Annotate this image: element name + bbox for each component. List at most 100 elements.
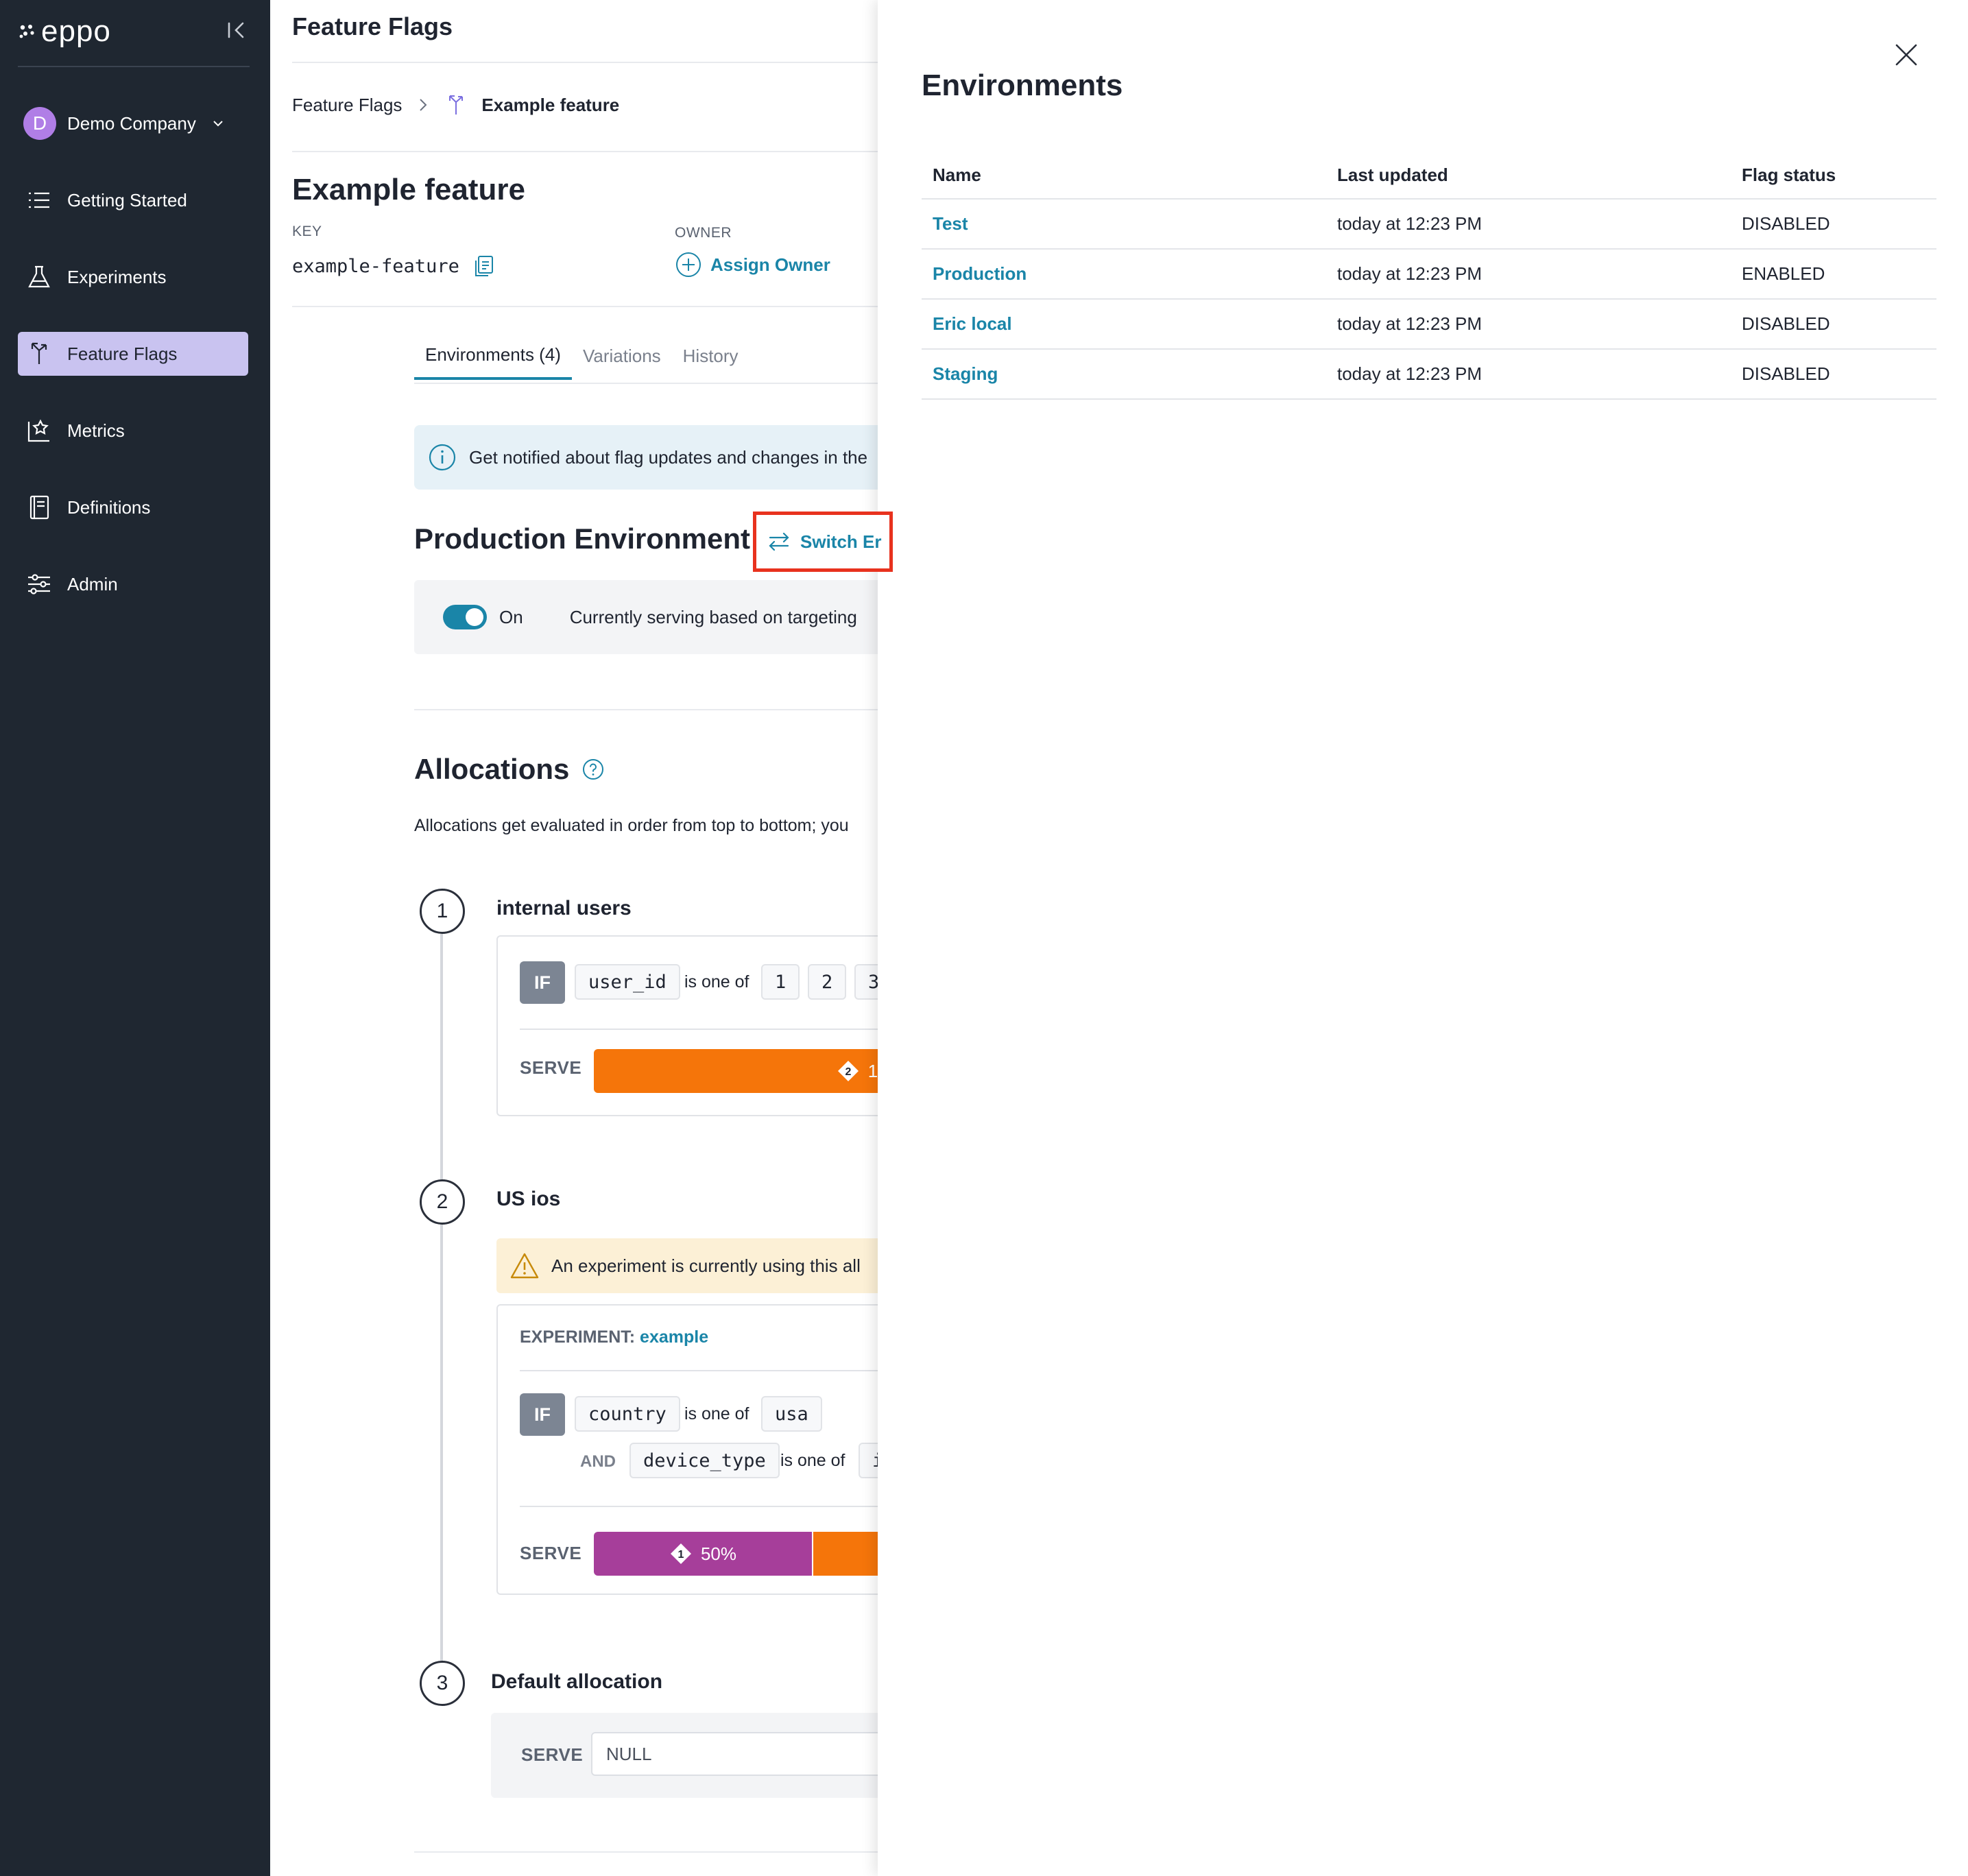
- eppo-logo[interactable]: eppo: [18, 14, 111, 49]
- switch-environment-label: Switch Er: [800, 531, 882, 552]
- close-icon[interactable]: [1891, 40, 1921, 70]
- metrics-star-icon: [27, 419, 49, 442]
- tab-variations[interactable]: Variations: [572, 332, 672, 380]
- allocation-number: 2: [420, 1179, 465, 1225]
- company-switcher[interactable]: D Demo Company: [23, 106, 225, 141]
- meta-divider: [292, 306, 878, 307]
- assign-owner-label: Assign Owner: [710, 254, 830, 275]
- table-row: Staging today at 12:23 PM DISABLED: [922, 349, 1936, 400]
- value-chip: 1: [761, 964, 800, 1000]
- value-chip: usa: [761, 1396, 822, 1432]
- sidebar-item-label: Getting Started: [67, 189, 187, 211]
- page-title: Feature Flags: [292, 12, 453, 40]
- environment-title: Production Environment: [414, 522, 751, 555]
- feature-key-value: example-feature: [292, 255, 459, 277]
- sidebar-item-metrics[interactable]: Metrics: [18, 409, 248, 453]
- chevron-down-icon: [213, 121, 223, 127]
- serve-label: SERVE: [520, 1543, 582, 1563]
- tab-environments[interactable]: Environments (4): [414, 332, 572, 380]
- if-badge: IF: [520, 1393, 565, 1436]
- variation-number: 2: [845, 1066, 851, 1078]
- flag-status-cell: DISABLED: [1731, 349, 1936, 400]
- help-icon[interactable]: [581, 758, 605, 781]
- and-label: AND: [580, 1452, 616, 1471]
- chevron-right-icon: [420, 99, 427, 111]
- collapse-sidebar-icon[interactable]: [225, 18, 248, 43]
- sidebar-item-feature-flags[interactable]: Feature Flags: [18, 332, 248, 376]
- experiment-link[interactable]: example: [640, 1327, 708, 1347]
- tab-divider: [414, 383, 878, 384]
- if-badge: IF: [520, 961, 565, 1004]
- environments-table: Name Last updated Flag status Test today…: [922, 152, 1936, 400]
- allocations-title-text: Allocations: [414, 753, 570, 785]
- key-label: KEY: [292, 224, 322, 239]
- section-divider: [414, 1851, 878, 1853]
- last-updated-cell: today at 12:23 PM: [1326, 199, 1731, 250]
- sidebar-item-label: Feature Flags: [67, 343, 178, 364]
- breadcrumb-current: Example feature: [481, 94, 620, 115]
- environment-link[interactable]: Staging: [922, 349, 1326, 400]
- allocation-title[interactable]: US ios: [496, 1188, 560, 1211]
- experiment-label: EXPERIMENT: example: [520, 1327, 708, 1347]
- attribute-chip: country: [575, 1396, 680, 1432]
- info-icon: [429, 444, 456, 471]
- toggle-knob: [466, 608, 483, 626]
- breadcrumb: Feature Flags Example feature: [292, 93, 619, 117]
- variation-diamond-icon: 2: [837, 1061, 859, 1081]
- flask-icon: [28, 265, 50, 288]
- table-header-row: Name Last updated Flag status: [922, 152, 1936, 200]
- environment-link[interactable]: Production: [922, 249, 1326, 300]
- copy-icon[interactable]: [472, 254, 495, 278]
- tab-bar: Environments (4) Variations History: [414, 332, 749, 380]
- sidebar-item-label: Metrics: [67, 420, 125, 441]
- environment-link[interactable]: Eric local: [922, 299, 1326, 350]
- allocation-timeline: [440, 934, 443, 1670]
- serving-text: Currently serving based on targeting: [569, 606, 857, 627]
- allocation-title[interactable]: internal users: [496, 897, 632, 920]
- flag-branch-icon: [449, 95, 464, 115]
- breadcrumb-root[interactable]: Feature Flags: [292, 95, 402, 116]
- last-updated-cell: today at 12:23 PM: [1326, 349, 1731, 400]
- info-banner: Get notified about flag updates and chan…: [414, 425, 878, 490]
- table-row: Production today at 12:23 PM ENABLED: [922, 249, 1936, 300]
- swap-arrows-icon: [769, 532, 789, 551]
- switch-environment-button[interactable]: Switch Er: [753, 512, 893, 572]
- column-header-name: Name: [922, 152, 1326, 200]
- operator-text: is one of: [684, 972, 749, 991]
- sidebar-item-definitions[interactable]: Definitions: [18, 485, 248, 529]
- sidebar-item-admin[interactable]: Admin: [18, 562, 248, 606]
- allocations-description: Allocations get evaluated in order from …: [414, 816, 849, 835]
- environment-link[interactable]: Test: [922, 199, 1326, 250]
- flag-branch-icon: [31, 342, 47, 364]
- last-updated-cell: today at 12:23 PM: [1326, 299, 1731, 350]
- variation-number: 1: [678, 1549, 684, 1561]
- sidebar-item-label: Experiments: [67, 266, 167, 287]
- experiment-label-text: EXPERIMENT:: [520, 1327, 636, 1347]
- breadcrumb-divider: [292, 151, 878, 152]
- sliders-icon: [28, 574, 50, 594]
- warning-text: An experiment is currently using this al…: [551, 1255, 861, 1276]
- tab-history[interactable]: History: [672, 332, 749, 380]
- logo-text: eppo: [41, 14, 111, 48]
- sidebar-item-getting-started[interactable]: Getting Started: [18, 178, 248, 222]
- sidebar-item-label: Admin: [67, 573, 118, 594]
- table-row: Test today at 12:23 PM DISABLED: [922, 199, 1936, 250]
- assign-owner-button[interactable]: Assign Owner: [675, 251, 830, 278]
- info-banner-text: Get notified about flag updates and chan…: [469, 446, 868, 468]
- allocation-title[interactable]: Default allocation: [491, 1670, 662, 1694]
- avatar: D: [23, 107, 56, 140]
- attribute-chip: device_type: [629, 1443, 780, 1478]
- flag-status-cell: DISABLED: [1731, 199, 1936, 250]
- section-divider: [414, 709, 878, 710]
- sidebar-item-experiments[interactable]: Experiments: [18, 255, 248, 299]
- environment-toggle[interactable]: [443, 605, 487, 629]
- feature-key: example-feature: [292, 254, 495, 278]
- serve-label: SERVE: [520, 1057, 582, 1078]
- sidebar: eppo D Demo Company Getting Started Expe…: [0, 0, 270, 1876]
- warning-icon: [510, 1253, 539, 1279]
- attribute-chip: user_id: [575, 964, 680, 1000]
- company-name: Demo Company: [67, 112, 196, 134]
- owner-label: OWNER: [675, 225, 732, 241]
- table-row: Eric local today at 12:23 PM DISABLED: [922, 299, 1936, 350]
- serve-bar-variation[interactable]: 1 50%: [594, 1532, 812, 1576]
